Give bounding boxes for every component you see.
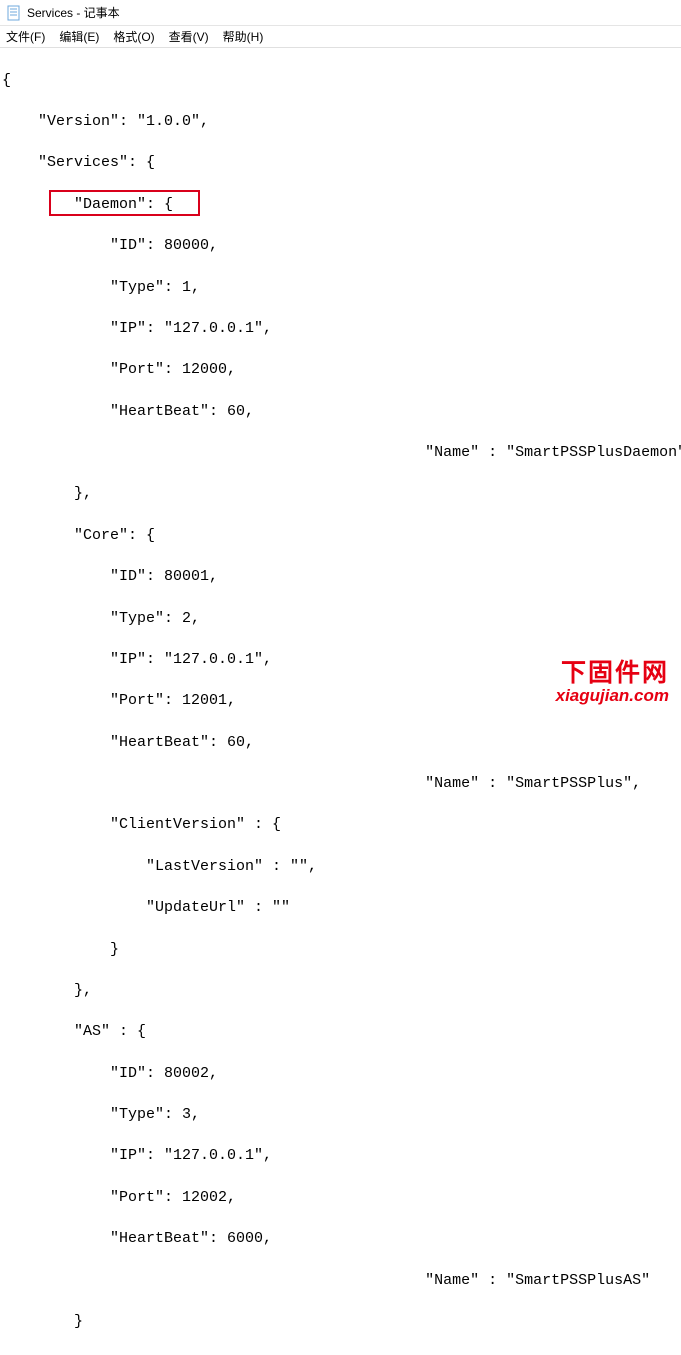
code-line: "ID": 80000, xyxy=(2,236,679,257)
code-line: "Name" : "SmartPSSPlusAS" xyxy=(2,1271,679,1292)
code-line: "IP": "127.0.0.1", xyxy=(2,319,679,340)
code-line: "Type": 3, xyxy=(2,1105,679,1126)
menu-format[interactable]: 格式(O) xyxy=(113,28,154,45)
code-line: }, xyxy=(2,484,679,505)
menu-view[interactable]: 查看(V) xyxy=(169,28,209,45)
code-line: } xyxy=(2,940,679,961)
watermark-cn: 下固件网 xyxy=(556,660,669,688)
code-line: "IP": "127.0.0.1", xyxy=(2,1146,679,1167)
code-line: "Port": 12002, xyxy=(2,1188,679,1209)
code-line: "Type": 1, xyxy=(2,278,679,299)
code-line: "Name" : "SmartPSSPlusDaemon" xyxy=(2,443,679,464)
code-line: "HeartBeat": 6000, xyxy=(2,1229,679,1250)
code-line: "Core": { xyxy=(2,526,679,547)
titlebar: Services - 记事本 xyxy=(0,0,681,26)
code-line: "ClientVersion" : { xyxy=(2,815,679,836)
menu-help[interactable]: 帮助(H) xyxy=(223,28,264,45)
code-line: "Type": 2, xyxy=(2,609,679,630)
menu-file[interactable]: 文件(F) xyxy=(6,28,45,45)
code-line: "ID": 80002, xyxy=(2,1064,679,1085)
code-line: "Version": "1.0.0", xyxy=(2,112,679,133)
code-line: "UpdateUrl" : "" xyxy=(2,898,679,919)
code-line: "AS" : { xyxy=(2,1022,679,1043)
code-line: } xyxy=(2,1312,679,1333)
code-line: { xyxy=(2,71,679,92)
code-line: "Services": { xyxy=(2,153,679,174)
watermark: 下固件网 xiagujian.com xyxy=(556,660,669,706)
window-title: Services - 记事本 xyxy=(27,4,120,21)
code-line: "ID": 80001, xyxy=(2,567,679,588)
code-line: "HeartBeat": 60, xyxy=(2,733,679,754)
code-line: }, xyxy=(2,981,679,1002)
menu-edit[interactable]: 编辑(E) xyxy=(59,28,99,45)
code-line: "Daemon": { xyxy=(2,195,679,216)
code-line: "Name" : "SmartPSSPlus", xyxy=(2,774,679,795)
menubar: 文件(F) 编辑(E) 格式(O) 查看(V) 帮助(H) xyxy=(0,26,681,48)
code-line: "LastVersion" : "", xyxy=(2,857,679,878)
watermark-en: xiagujian.com xyxy=(556,687,669,706)
notepad-icon xyxy=(6,5,22,21)
code-line: "Port": 12000, xyxy=(2,360,679,381)
code-line: "HeartBeat": 60, xyxy=(2,402,679,423)
